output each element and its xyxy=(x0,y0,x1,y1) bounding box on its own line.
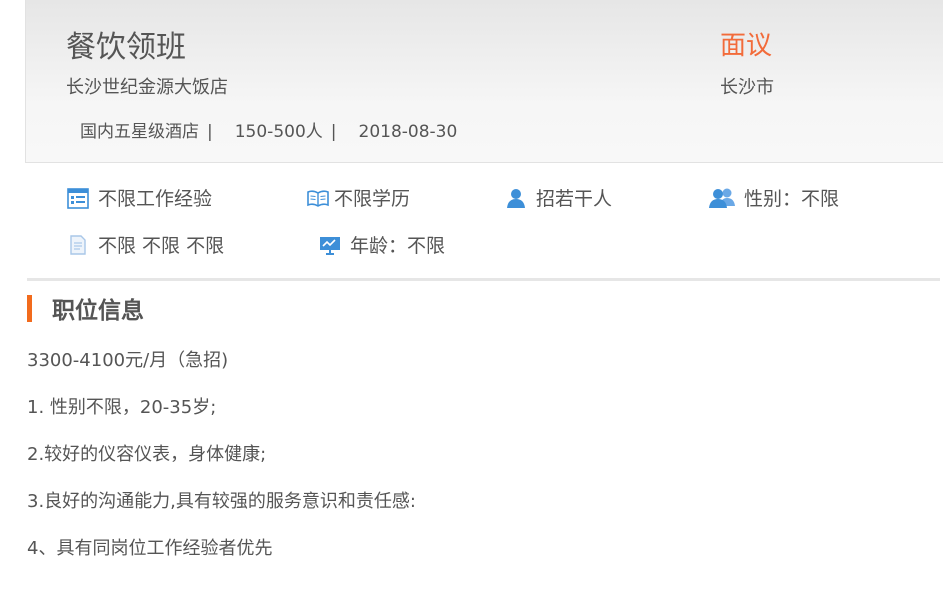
post-date: 2018-08-30 xyxy=(358,122,458,142)
requirement-label: 不限 不限 不限 xyxy=(98,235,225,257)
requirement-education: 不限学历 xyxy=(306,184,410,211)
people-icon xyxy=(708,186,736,210)
description-line: 2.较好的仪容仪表，身体健康; xyxy=(27,444,267,465)
requirement-label: 不限学历 xyxy=(334,188,411,210)
section-title: 职位信息 xyxy=(52,298,144,324)
requirement-label: 招若干人 xyxy=(536,188,613,210)
section-accent-bar xyxy=(27,294,32,322)
section-header: 职位信息 xyxy=(27,293,144,324)
meta-separator: | xyxy=(330,122,337,142)
document-icon xyxy=(66,233,90,257)
requirement-gender: 性别：不限 xyxy=(708,184,839,211)
person-icon xyxy=(504,186,528,210)
book-icon xyxy=(306,186,330,210)
description-line: 3.良好的沟通能力,具有较强的服务意识和责任感: xyxy=(27,491,416,512)
description-line: 1. 性别不限，20-35岁; xyxy=(27,397,217,418)
company-name[interactable]: 长沙世纪金源大饭店 xyxy=(66,73,228,99)
requirement-age: 年龄：不限 xyxy=(318,231,445,258)
company-industry: 国内五星级酒店 xyxy=(80,122,199,142)
section-divider xyxy=(27,278,940,281)
description-line: 3300-4100元/月（急招) xyxy=(27,350,229,371)
meta-separator: | xyxy=(207,122,213,142)
requirement-label: 性别：不限 xyxy=(744,188,840,210)
requirement-label: 年龄：不限 xyxy=(350,235,446,257)
salary: 面议 xyxy=(720,31,773,61)
job-city: 长沙市 xyxy=(720,77,774,98)
requirement-other: 不限 不限 不限 xyxy=(66,231,224,258)
description-line: 4、具有同岗位工作经验者优先 xyxy=(27,538,273,559)
company-size: 150-500人 xyxy=(234,122,323,142)
requirement-experience: 不限工作经验 xyxy=(66,184,212,211)
calendar-icon xyxy=(66,186,90,210)
job-title: 餐饮领班 xyxy=(66,30,186,65)
presentation-icon xyxy=(318,233,342,257)
requirement-label: 不限工作经验 xyxy=(98,188,213,210)
requirement-headcount: 招若干人 xyxy=(504,184,612,211)
company-meta: 国内五星级酒店 | 150-500人 | 2018-08-30 xyxy=(80,117,457,142)
